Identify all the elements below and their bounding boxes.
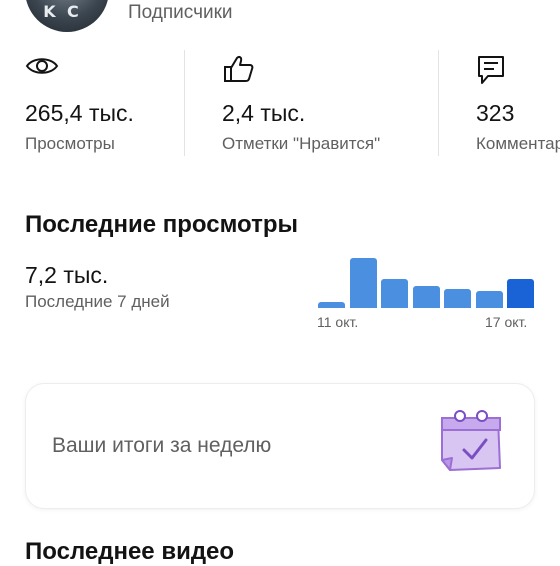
stat-divider [438, 50, 439, 156]
stat-comments[interactable]: 323 Комментарии [476, 48, 560, 158]
subscribers-label: Подписчики [128, 2, 233, 23]
comment-icon [476, 54, 506, 91]
channel-avatar[interactable]: KC [25, 0, 109, 32]
views-value: 265,4 тыс. [25, 100, 134, 126]
weekly-summary-label: Ваши итоги за неделю [52, 434, 272, 457]
stat-likes[interactable]: 2,4 тыс. Отметки "Нравится" [222, 48, 427, 158]
last-video-title: Последнее видео [25, 538, 235, 565]
chart-bar [507, 279, 534, 308]
comments-value: 323 [476, 100, 515, 126]
likes-value: 2,4 тыс. [222, 100, 306, 126]
chart-bar [444, 289, 471, 308]
comments-label: Комментарии [476, 134, 560, 153]
recent-views-value: 7,2 тыс. [25, 262, 109, 288]
chart-bar [381, 279, 408, 308]
recent-views-period: Последние 7 дней [25, 292, 170, 311]
chart-bar [349, 258, 377, 308]
chart-bar [475, 291, 503, 308]
stat-divider [184, 50, 185, 156]
chart-tick-label: 17 окт. [485, 314, 528, 330]
chart-tick-label: 11 окт. [317, 314, 359, 330]
calendar-check-icon [434, 408, 506, 485]
recent-views-title: Последние просмотры [25, 211, 298, 238]
eye-icon [25, 54, 59, 83]
chart-bar [318, 302, 345, 308]
weekly-summary-card[interactable]: Ваши итоги за неделю [26, 384, 534, 508]
thumbs-up-icon [222, 54, 256, 89]
views-label: Просмотры [25, 134, 115, 153]
chart-bar [412, 286, 440, 308]
recent-views-chart[interactable]: 11 окт. 17 окт. [310, 240, 560, 340]
likes-label: Отметки "Нравится" [222, 134, 381, 153]
stat-views[interactable]: 265,4 тыс. Просмотры [25, 48, 175, 158]
avatar-image-mark: KC [43, 2, 91, 21]
